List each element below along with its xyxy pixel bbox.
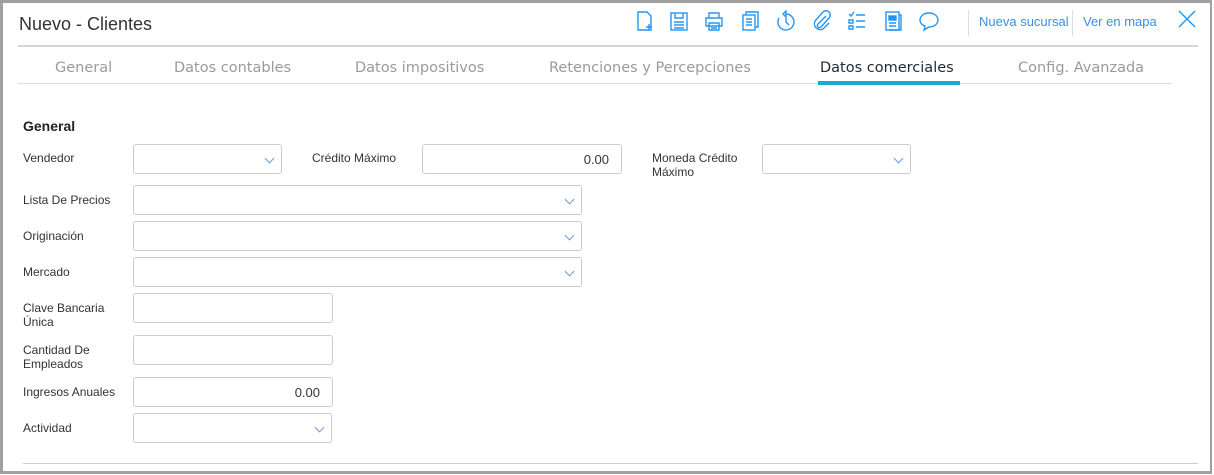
new-document-icon[interactable] <box>634 10 656 32</box>
lista-precios-label: Lista De Precios <box>23 193 111 207</box>
empleados-input[interactable] <box>133 335 333 365</box>
tab-datos-impositivos[interactable]: Datos impositivos <box>355 60 484 76</box>
divider <box>968 10 969 36</box>
history-icon[interactable] <box>775 9 797 32</box>
moneda-credito-label: Moneda Crédito Máximo <box>652 151 738 179</box>
checklist-icon[interactable] <box>846 10 868 32</box>
originacion-label: Originación <box>23 229 84 243</box>
mercado-label: Mercado <box>23 265 70 279</box>
new-branch-link[interactable]: Nueva sucursal <box>979 14 1069 29</box>
tab-datos-contables[interactable]: Datos contables <box>174 60 291 76</box>
tab-retenciones[interactable]: Retenciones y Percepciones <box>549 60 751 76</box>
vendedor-select[interactable] <box>133 144 282 174</box>
clabe-label: Clave Bancaria Única <box>23 301 105 329</box>
close-icon[interactable] <box>1176 8 1198 30</box>
tabs-divider <box>18 83 1171 84</box>
credito-maximo-label: Crédito Máximo <box>312 151 397 165</box>
active-tab-indicator <box>818 81 960 85</box>
window: Nuevo - Clientes Nueva sucursal Ver en m… <box>0 0 1212 474</box>
tab-general[interactable]: General <box>55 60 112 76</box>
vendedor-label: Vendedor <box>23 151 75 165</box>
credito-maximo-input[interactable]: 0.00 <box>422 144 622 174</box>
actividad-label: Actividad <box>23 421 72 435</box>
lista-precios-select[interactable] <box>133 185 582 215</box>
view-map-link[interactable]: Ver en mapa <box>1083 14 1157 29</box>
header-divider <box>18 45 1198 47</box>
moneda-credito-select[interactable] <box>762 144 911 174</box>
tab-datos-comerciales[interactable]: Datos comerciales <box>820 60 954 76</box>
originacion-select[interactable] <box>133 221 582 251</box>
clabe-input[interactable] <box>133 293 333 323</box>
print-icon[interactable] <box>703 10 725 32</box>
save-icon[interactable] <box>668 10 690 32</box>
page-title: Nuevo - Clientes <box>19 14 153 34</box>
mercado-select[interactable] <box>133 257 582 287</box>
ingresos-input[interactable]: 0.00 <box>133 377 333 407</box>
copy-icon[interactable] <box>739 10 761 32</box>
comment-icon[interactable] <box>918 10 940 32</box>
empleados-label: Cantidad De Empleados <box>23 343 90 371</box>
footer-divider <box>23 463 1198 464</box>
actividad-select[interactable] <box>133 413 332 443</box>
report-icon[interactable] <box>882 10 904 32</box>
attachment-icon[interactable] <box>811 10 833 32</box>
tab-config-avanzada[interactable]: Config. Avanzada <box>1018 60 1144 76</box>
ingresos-label: Ingresos Anuales <box>23 385 116 399</box>
divider <box>1072 10 1073 36</box>
section-title: General <box>23 118 76 134</box>
